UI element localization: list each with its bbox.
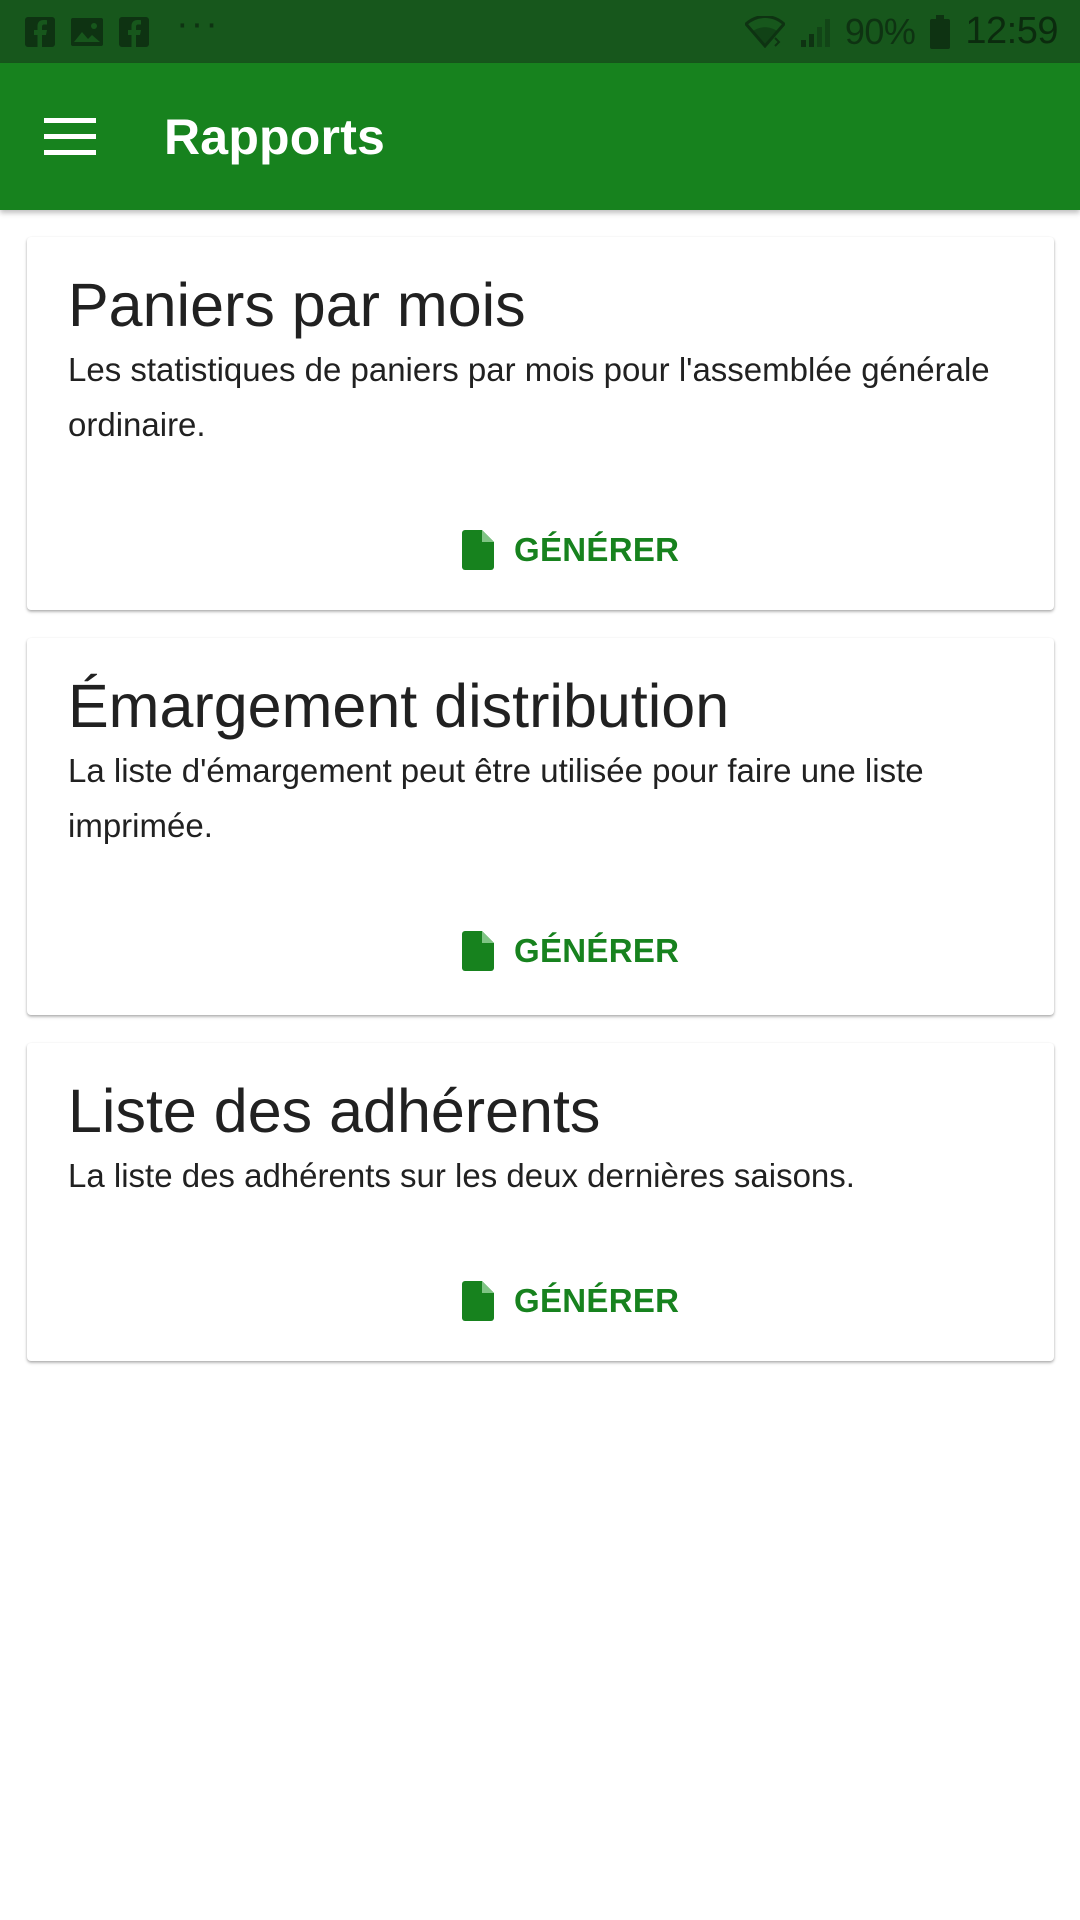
- battery-percent: 90%: [844, 10, 916, 52]
- generate-button[interactable]: GÉNÉRER: [422, 916, 679, 986]
- status-time: 12:59: [965, 10, 1058, 52]
- facebook-icon: [24, 16, 56, 48]
- card-description: Les statistiques de paniers par mois pou…: [68, 351, 990, 443]
- image-icon: [70, 17, 104, 47]
- status-bar: ··· 90% 12:59: [0, 0, 1080, 63]
- status-system: 90% 12:59: [744, 10, 1058, 53]
- card-title: Paniers par mois: [68, 271, 526, 339]
- battery-icon: [929, 14, 951, 50]
- card-description: La liste d'émargement peut être utilisée…: [68, 752, 924, 844]
- generate-label: GÉNÉRER: [514, 1282, 680, 1319]
- wifi-icon: [744, 15, 785, 48]
- more-notifications-indicator: ···: [176, 2, 220, 45]
- signal-icon: [799, 16, 831, 48]
- generate-label: GÉNÉRER: [514, 531, 680, 568]
- file-icon: [462, 530, 494, 570]
- status-notifications: ···: [24, 5, 220, 51]
- page-title: Rapports: [164, 108, 386, 165]
- hamburger-menu-icon: [44, 117, 96, 156]
- generate-label: GÉNÉRER: [514, 932, 680, 969]
- generate-button[interactable]: GÉNÉRER: [422, 1266, 679, 1336]
- card-title: Liste des adhérents: [68, 1077, 601, 1145]
- card-title: Émargement distribution: [68, 672, 730, 740]
- generate-button[interactable]: GÉNÉRER: [422, 515, 679, 585]
- card-description: La liste des adhérents sur les deux dern…: [68, 1157, 855, 1194]
- facebook-icon: [118, 16, 150, 48]
- file-icon: [462, 1281, 494, 1321]
- report-card-emargement: Émargement distribution La liste d'émarg…: [27, 638, 1054, 1015]
- menu-button[interactable]: [0, 63, 140, 210]
- report-card-adherents: Liste des adhérents La liste des adhéren…: [27, 1043, 1054, 1361]
- app-bar: Rapports: [0, 63, 1080, 210]
- file-icon: [462, 931, 494, 971]
- report-card-paniers: Paniers par mois Les statistiques de pan…: [27, 237, 1054, 610]
